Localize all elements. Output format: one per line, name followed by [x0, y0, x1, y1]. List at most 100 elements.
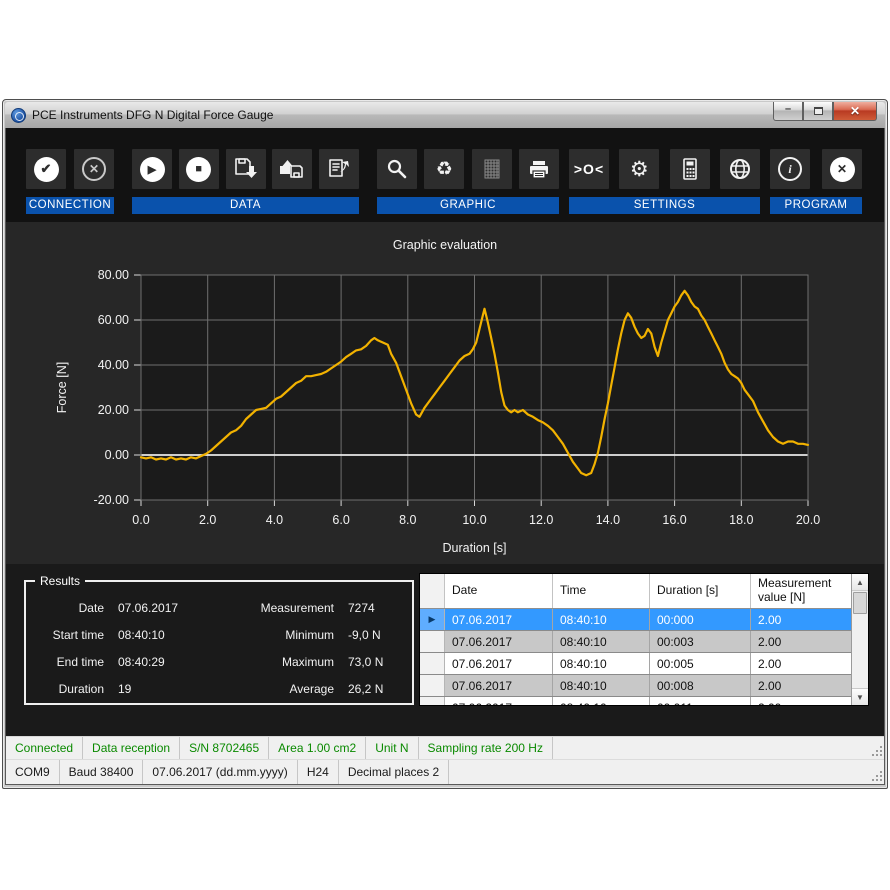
svg-text:2.0: 2.0 — [199, 513, 216, 527]
cell-date[interactable]: 07.06.2017 — [445, 653, 553, 674]
svg-text:14.0: 14.0 — [596, 513, 620, 527]
table-row[interactable]: 07.06.2017 08:40:10 00:003 2.00 — [420, 631, 868, 653]
cell-duration[interactable]: 00:003 — [650, 631, 751, 652]
cell-duration[interactable]: 00:008 — [650, 675, 751, 696]
refresh-button[interactable]: ♻ — [424, 149, 464, 189]
svg-text:0.0: 0.0 — [132, 513, 149, 527]
restore-button[interactable] — [803, 102, 833, 121]
svg-text:Force [N]: Force [N] — [55, 362, 69, 413]
statusbar-port: COM9 Baud 38400 07.06.2017 (dd.mm.yyyy) … — [6, 760, 884, 784]
zoom-button[interactable] — [377, 149, 417, 189]
load-data-button[interactable] — [272, 149, 312, 189]
language-button[interactable] — [720, 149, 760, 189]
tare-button[interactable]: >O< — [569, 149, 609, 189]
row-selector-cell[interactable] — [420, 631, 445, 652]
export-document-icon — [326, 156, 352, 182]
cell-duration[interactable]: 00:011 — [650, 697, 751, 706]
column-header-date[interactable]: Date — [445, 574, 553, 608]
table-header-row: Date Time Duration [s] Measurement value… — [420, 574, 868, 609]
load-floppy-up-icon — [279, 156, 305, 182]
cell-duration[interactable]: 00:000 — [650, 609, 751, 630]
stop-measurement-button[interactable]: ■ — [179, 149, 219, 189]
disconnect-button[interactable]: ✕ — [74, 149, 114, 189]
cell-measurement[interactable]: 2.00 — [751, 697, 853, 706]
measurement-table: Date Time Duration [s] Measurement value… — [419, 573, 869, 706]
result-label-minimum: Minimum — [236, 628, 348, 642]
cell-duration[interactable]: 00:005 — [650, 653, 751, 674]
cell-date[interactable]: 07.06.2017 — [445, 631, 553, 652]
table-scrollbar[interactable]: ▲ ▼ — [851, 574, 868, 705]
start-measurement-button[interactable]: ▶ — [132, 149, 172, 189]
scroll-up-button[interactable]: ▲ — [852, 574, 868, 591]
table-corner-cell[interactable] — [420, 574, 445, 608]
table-row[interactable]: ▶ 07.06.2017 08:40:10 00:000 2.00 — [420, 609, 868, 631]
row-selector-cell[interactable] — [420, 675, 445, 696]
table-row[interactable]: 07.06.2017 08:40:10 00:008 2.00 — [420, 675, 868, 697]
table-row[interactable]: 07.06.2017 08:40:10 00:011 2.00 — [420, 697, 868, 706]
settings-button[interactable]: ⚙ — [619, 149, 659, 189]
cell-date[interactable]: 07.06.2017 — [445, 675, 553, 696]
row-selector-cell[interactable] — [420, 653, 445, 674]
calculator-button[interactable] — [670, 149, 710, 189]
result-value-measurement: 7274 — [348, 601, 406, 615]
toolbar-group-label-graphic: GRAPHIC — [377, 197, 559, 214]
save-data-button[interactable] — [226, 149, 266, 189]
app-icon — [11, 108, 26, 123]
info-icon: i — [778, 157, 802, 181]
svg-text:20.00: 20.00 — [98, 403, 129, 417]
svg-text:0.00: 0.00 — [105, 448, 129, 462]
cell-time[interactable]: 08:40:10 — [553, 653, 650, 674]
cell-time[interactable]: 08:40:10 — [553, 675, 650, 696]
gear-icon: ⚙ — [630, 157, 649, 182]
scroll-up-icon: ▲ — [856, 578, 864, 587]
status-connected: Connected — [6, 737, 83, 759]
result-label-average: Average — [236, 682, 348, 696]
magnifier-icon — [384, 156, 410, 182]
cell-time[interactable]: 08:40:10 — [553, 609, 650, 630]
info-button[interactable]: i — [770, 149, 810, 189]
row-selector-cell[interactable]: ▶ — [420, 609, 445, 630]
cell-measurement[interactable]: 2.00 — [751, 609, 853, 630]
cell-measurement[interactable]: 2.00 — [751, 653, 853, 674]
cell-measurement[interactable]: 2.00 — [751, 675, 853, 696]
titlebar[interactable]: PCE Instruments DFG N Digital Force Gaug… — [5, 102, 885, 128]
cell-time[interactable]: 08:40:10 — [553, 631, 650, 652]
status-data-reception: Data reception — [83, 737, 180, 759]
column-header-duration[interactable]: Duration [s] — [650, 574, 751, 608]
export-data-button[interactable] — [319, 149, 359, 189]
svg-text:Duration [s]: Duration [s] — [443, 541, 507, 555]
scroll-down-button[interactable]: ▼ — [852, 688, 868, 705]
chart-panel: Graphic evaluation 0.02.04.06.08.010.012… — [6, 222, 884, 564]
status-unit: Unit N — [366, 737, 418, 759]
result-label-duration: Duration — [26, 682, 118, 696]
result-label-start-time: Start time — [26, 628, 118, 642]
scrollbar-thumb[interactable] — [853, 592, 867, 614]
print-button[interactable] — [519, 149, 559, 189]
minimize-button[interactable]: – — [773, 102, 803, 121]
row-selector-cell[interactable] — [420, 697, 445, 706]
svg-text:-20.00: -20.00 — [94, 493, 129, 507]
cell-time[interactable]: 08:40:10 — [553, 697, 650, 706]
svg-text:8.0: 8.0 — [399, 513, 416, 527]
cell-date[interactable]: 07.06.2017 — [445, 609, 553, 630]
window-title: PCE Instruments DFG N Digital Force Gaug… — [32, 108, 273, 122]
grid-icon — [479, 156, 505, 182]
grid-toggle-button[interactable] — [472, 149, 512, 189]
restore-icon — [814, 107, 823, 115]
status-area: Area 1.00 cm2 — [269, 737, 366, 759]
status-baud-rate: Baud 38400 — [60, 760, 144, 784]
cell-date[interactable]: 07.06.2017 — [445, 697, 553, 706]
table-row[interactable]: 07.06.2017 08:40:10 00:005 2.00 — [420, 653, 868, 675]
result-value-start-time: 08:40:10 — [118, 628, 236, 642]
scroll-down-icon: ▼ — [856, 693, 864, 702]
resize-grip-icon — [872, 771, 882, 781]
connect-button[interactable]: ✔ — [26, 149, 66, 189]
cell-measurement[interactable]: 2.00 — [751, 631, 853, 652]
column-header-measurement[interactable]: Measurement value [N] — [751, 574, 853, 608]
svg-text:40.00: 40.00 — [98, 358, 129, 372]
exit-button[interactable]: ✕ — [822, 149, 862, 189]
bottom-row: Results Date 07.06.2017 Measurement 7274… — [6, 564, 884, 735]
close-button[interactable]: ✕ — [833, 102, 877, 121]
toolbar-group-graphic: ♻ — [377, 128, 559, 222]
column-header-time[interactable]: Time — [553, 574, 650, 608]
